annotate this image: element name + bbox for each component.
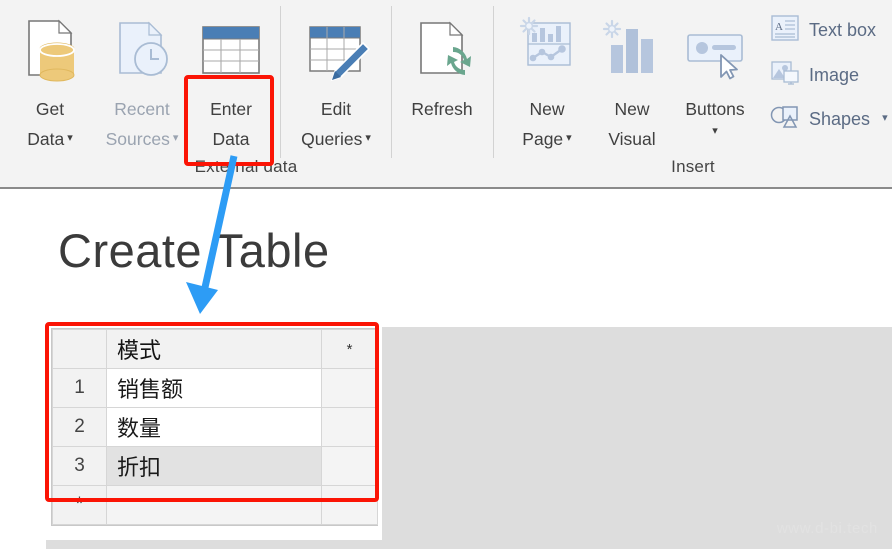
ribbon-label-text-box: Text box bbox=[809, 20, 877, 40]
new-page-icon bbox=[505, 6, 589, 94]
ribbon-group-label-insert: Insert bbox=[671, 157, 715, 176]
row-blank-cell[interactable] bbox=[321, 446, 378, 486]
table-pencil-icon bbox=[284, 6, 388, 94]
add-column-cell[interactable]: * bbox=[321, 329, 378, 369]
row-blank-cell[interactable] bbox=[321, 407, 378, 447]
document-database-icon bbox=[8, 6, 92, 94]
image-icon bbox=[770, 59, 800, 92]
document-clock-icon bbox=[96, 6, 188, 94]
edit-queries-line2-text: Queries bbox=[301, 129, 363, 149]
table-icon bbox=[190, 6, 272, 94]
svg-text:A: A bbox=[775, 21, 783, 33]
chevron-down-icon-get-data[interactable]: ▾ bbox=[67, 123, 73, 153]
ribbon-button-text-box[interactable]: A Text box bbox=[770, 14, 876, 47]
new-row-blank-cell[interactable] bbox=[321, 485, 378, 525]
ribbon-label-image: Image bbox=[809, 65, 860, 85]
ribbon-separator-3 bbox=[493, 6, 494, 158]
ribbon-label-enter-data-line1: Enter bbox=[210, 99, 252, 119]
shapes-icon bbox=[770, 103, 800, 136]
ribbon-button-refresh[interactable]: Refresh bbox=[392, 6, 492, 124]
table-header-row: 模式 * bbox=[52, 329, 378, 369]
recent-sources-line2-text: Sources bbox=[105, 129, 170, 149]
chevron-down-icon-new-page[interactable]: ▾ bbox=[566, 123, 572, 153]
data-table: 模式 * 1 销售额 2 数量 3 折扣 * bbox=[52, 329, 378, 525]
ribbon-button-recent-sources[interactable]: Recent Sources ▾ bbox=[96, 6, 188, 155]
enter-data-grid[interactable]: 模式 * 1 销售额 2 数量 3 折扣 * bbox=[51, 328, 378, 526]
ribbon-label-recent-sources-line2: Sources ▾ bbox=[96, 124, 188, 155]
table-new-row[interactable]: * bbox=[52, 485, 378, 525]
ribbon-group-label-external-data: External data bbox=[194, 157, 298, 176]
new-page-line2-text: Page bbox=[522, 129, 564, 149]
row-number-cell: 2 bbox=[52, 407, 107, 447]
ribbon-label-recent-sources-line1: Recent bbox=[114, 99, 170, 119]
column-header-cell[interactable]: 模式 bbox=[106, 329, 322, 369]
row-number-cell: 1 bbox=[52, 368, 107, 408]
ribbon: External data Insert Get Data ▾ Recent S… bbox=[0, 0, 892, 189]
row-value-cell[interactable]: 数量 bbox=[106, 407, 322, 447]
ribbon-button-edit-queries[interactable]: Edit Queries ▾ bbox=[284, 6, 388, 155]
button-cursor-icon bbox=[672, 6, 758, 94]
ribbon-label-buttons: Buttons bbox=[685, 99, 745, 119]
ribbon-label-new-visual-line2: Visual bbox=[608, 129, 656, 149]
chevron-down-icon-shapes[interactable]: ▾ bbox=[882, 111, 888, 124]
ribbon-button-new-page[interactable]: New Page ▾ bbox=[505, 6, 589, 155]
ribbon-label-new-visual-line1: New bbox=[614, 99, 650, 119]
ribbon-button-enter-data[interactable]: Enter Data bbox=[190, 6, 272, 154]
ribbon-button-image[interactable]: Image bbox=[770, 59, 859, 92]
ribbon-button-shapes[interactable]: Shapes ▾ bbox=[770, 103, 888, 136]
ribbon-label-new-page-line2: Page ▾ bbox=[505, 124, 589, 155]
ribbon-label-new-page-line1: New bbox=[529, 99, 565, 119]
new-row-marker-cell: * bbox=[52, 485, 107, 525]
table-row[interactable]: 2 数量 bbox=[52, 407, 378, 447]
ribbon-label-edit-queries-line2: Queries ▾ bbox=[284, 124, 388, 155]
new-row-value-cell[interactable] bbox=[106, 485, 322, 525]
chevron-down-icon-edit-queries[interactable]: ▾ bbox=[365, 123, 371, 153]
row-number-cell: 3 bbox=[52, 446, 107, 486]
table-row[interactable]: 3 折扣 bbox=[52, 446, 378, 486]
header-rownum-cell bbox=[52, 329, 107, 369]
ribbon-separator-1 bbox=[280, 6, 281, 158]
row-blank-cell[interactable] bbox=[321, 368, 378, 408]
row-value-cell-selected[interactable]: 折扣 bbox=[106, 446, 322, 486]
ribbon-label-edit-queries-line1: Edit bbox=[320, 99, 352, 119]
row-value-cell[interactable]: 销售额 bbox=[106, 368, 322, 408]
ribbon-label-shapes: Shapes bbox=[809, 109, 871, 129]
watermark: www.d-bi.tech bbox=[776, 520, 878, 537]
ribbon-label-get-data-line2: Data ▾ bbox=[8, 124, 92, 155]
document-refresh-icon bbox=[392, 6, 492, 94]
get-data-line2-text: Data bbox=[27, 129, 65, 149]
report-canvas: Create Table 模式 * 1 销售额 2 数量 3 折扣 * www.… bbox=[0, 191, 892, 549]
ribbon-button-buttons[interactable]: Buttons ▾ bbox=[672, 6, 758, 138]
ribbon-label-refresh: Refresh bbox=[411, 99, 473, 119]
ribbon-button-get-data[interactable]: Get Data ▾ bbox=[8, 6, 92, 155]
ribbon-label-get-data-line1: Get bbox=[35, 99, 65, 119]
text-box-icon: A bbox=[770, 14, 800, 47]
chevron-down-icon-buttons[interactable]: ▾ bbox=[672, 124, 758, 138]
content-panel-background-strip bbox=[46, 540, 892, 549]
page-title: Create Table bbox=[58, 224, 330, 277]
chevron-down-icon-recent-sources[interactable]: ▾ bbox=[173, 123, 179, 153]
content-panel-background bbox=[382, 327, 892, 549]
ribbon-button-new-visual[interactable]: New Visual bbox=[592, 6, 672, 154]
ribbon-label-enter-data-line2: Data bbox=[212, 129, 250, 149]
table-row[interactable]: 1 销售额 bbox=[52, 368, 378, 408]
new-visual-icon bbox=[592, 6, 672, 94]
